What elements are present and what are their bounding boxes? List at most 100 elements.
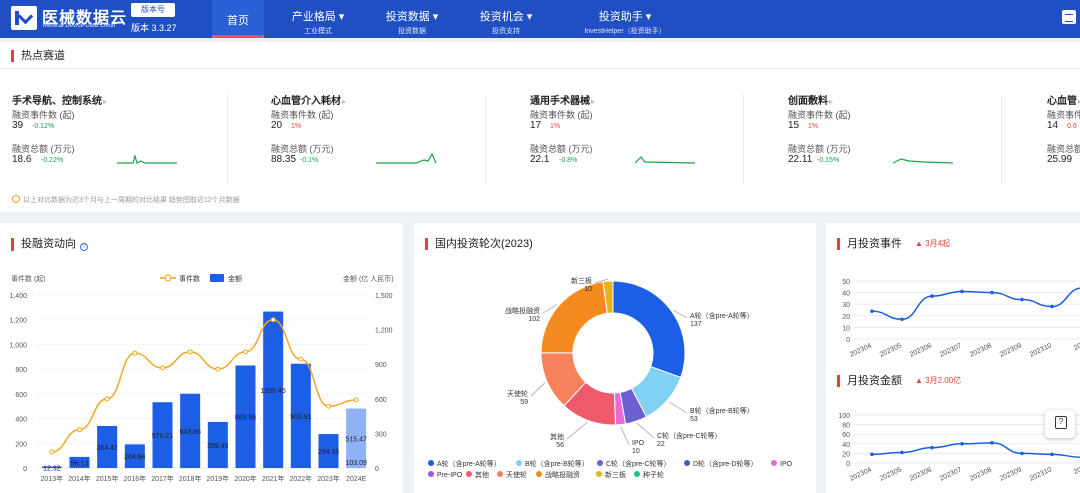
y-tick-label: 80 [842, 423, 850, 430]
nav-invest-helper-sub: InvestHelper（投资助手） [584, 28, 666, 35]
y2-tick-label: 300 [375, 431, 387, 438]
y-tick-label: 50 [842, 279, 850, 286]
trend-point [960, 289, 964, 294]
top-navigation-bar: 医械数据云 Medical Device Data Cloud 版本号 版本 3… [0, 0, 1080, 38]
events-point [215, 366, 221, 372]
events-point [187, 349, 193, 355]
callout-leader [636, 422, 655, 439]
count-change: 1% [808, 123, 819, 130]
events-point [270, 317, 276, 323]
sparkline-path [635, 156, 696, 164]
donut-slice [540, 281, 608, 354]
callout-name: 战略投融资 [505, 306, 540, 315]
bar-value-label: 1356.45 [261, 388, 286, 395]
y2-tick-label: 1,200 [375, 328, 393, 335]
legend-swatch [516, 460, 522, 466]
trend-point [960, 442, 964, 446]
legend-label: A轮（含pre-A轮等） [437, 459, 501, 468]
y-tick-label: 40 [842, 291, 850, 298]
hot-track-name: 创面敷料▸ [788, 92, 833, 107]
hot-track-card[interactable]: 心血管▸融资事件数 (起)140.6融资总额 (万元)25.99 [1047, 92, 1080, 207]
chevron-right-icon: ▸ [103, 97, 108, 106]
bar-value-label: 515.47 [345, 436, 367, 443]
count-change: 0.6 [1067, 123, 1077, 130]
nav-home[interactable]: 首页 [212, 0, 264, 38]
chevron-right-icon: ▸ [591, 97, 596, 106]
y-tick-label: 0 [846, 337, 850, 344]
callout-name: A轮（含pre-A轮等） [690, 311, 754, 320]
callout-leader [620, 426, 630, 446]
hot-tracks-note: 以上对比数据为近3个月与上一周期的对比结果 趋势图取近12个月数据 [12, 195, 240, 205]
hot-track-name: 通用手术器械▸ [530, 92, 595, 107]
legend-label: 事件数 [179, 274, 200, 283]
sparkline-path [376, 152, 437, 164]
x-tick-label: 202309 [999, 342, 1023, 358]
nav-investment-data-sub: 投资数据 [398, 28, 426, 35]
hot-track-card[interactable]: 通用手术器械▸ 融资事件数 (起) 17 1% 融资总额 (万元) 22.1 -0.8% [530, 92, 770, 207]
callout-leader [530, 382, 546, 397]
nav-investment-data[interactable]: 投资数据 ▾ 投资数据 [376, 0, 448, 38]
x-tick-label: 2014年 [68, 474, 91, 483]
hot-tracks-note-text: 以上对比数据为近3个月与上一周期的对比结果 趋势图取近12个月数据 [23, 197, 240, 204]
nav-home-label: 首页 [227, 15, 249, 27]
nav-invest-helper[interactable]: 投资助手 ▾ InvestHelper（投资助手） [570, 0, 680, 38]
trend-point [1020, 297, 1024, 302]
legend-line-marker [164, 274, 172, 282]
amount-value: 22.11 [788, 154, 813, 165]
sparkline-path [117, 153, 177, 164]
count-change: 1% [291, 123, 302, 130]
menu-icon[interactable] [1062, 10, 1076, 24]
x-tick-label: 2017年 [151, 474, 174, 483]
hot-track-card[interactable]: 心血管介入耗材▸ 融资事件数 (起) 20 1% 融资总额 (万元) 88.35 -0.1% [271, 92, 511, 207]
callout-name: 天使轮 [507, 389, 528, 398]
legend-label: 天使轮 [506, 470, 527, 479]
brand-english: Medical Device Data Cloud [43, 23, 116, 29]
bar-extra-label: 103.09 [345, 460, 367, 467]
count-change: 1% [550, 123, 561, 130]
version-button[interactable]: 版本号 [131, 3, 175, 17]
trend-point [900, 317, 904, 322]
x-tick-label: 20 [1073, 342, 1080, 352]
hot-track-card[interactable]: 创面敷料▸ 融资事件数 (起) 15 1% 融资总额 (万元) 22.11 -0.15% [788, 92, 1028, 207]
info-icon [12, 195, 20, 203]
callout-value: 53 [690, 416, 698, 423]
x-tick-label: 202310 [1029, 342, 1053, 358]
events-point [353, 397, 359, 403]
hot-track-card[interactable]: 手术导航、控制系统▸ 融资事件数 (起) 39 -0.12% 融资总额 (万元) 18.6… [12, 92, 252, 207]
nav-investment-opportunity[interactable]: 投资机会 ▾ 投资支持 [470, 0, 542, 38]
trend-point [1050, 304, 1054, 309]
logo-icon[interactable] [11, 6, 41, 30]
x-tick-label: 202304 [849, 466, 873, 482]
x-tick-label: 2020年 [234, 474, 257, 483]
callout-name: 新三板 [571, 276, 592, 285]
callout-value: 10 [584, 286, 592, 293]
x-tick-label: 2022年 [290, 474, 313, 483]
feedback-button[interactable] [1045, 410, 1075, 438]
y2-tick-label: 1,500 [375, 293, 393, 300]
chevron-right-icon: ▸ [342, 97, 347, 106]
legend-label: B轮（含pre-B轮等） [525, 459, 589, 468]
bar-value-label: 903.91 [290, 414, 312, 421]
monthly-amount-chart: 0 20 40 60 80 100 202304 202305 202306 202307 2023… [838, 413, 1080, 483]
legend-swatch [428, 460, 434, 466]
nav-industry-sub: 工业模式 [304, 28, 332, 35]
divider [485, 94, 486, 184]
investment-flow-chart: 事件数 (起) 金额 (亿 人民币) 事件数 金额 0 200 400 600 800 1,000… [9, 274, 394, 483]
y-tick-label: 600 [15, 392, 27, 399]
legend-label: 战略投融资 [545, 470, 580, 479]
investment-flow-card: 投融资动向? 事件数 (起) 金额 (亿 人民币) 事件数 金额 0 200 400 600 8… [0, 223, 403, 493]
nav-investment-opportunity-sub: 投资支持 [492, 28, 520, 35]
y-tick-label: 20 [842, 314, 850, 321]
monthly-events-badge: ▲ 3月4起 [915, 239, 951, 248]
nav-industry[interactable]: 产业格局 ▾ 工业模式 [282, 0, 354, 38]
x-tick-label: 202309 [999, 466, 1023, 482]
bar-value-label: 888.96 [235, 415, 257, 422]
trend-point [990, 441, 994, 445]
trend-sparkline [893, 158, 954, 164]
bar-value-label: 364.41 [96, 445, 118, 452]
hot-track-name-text: 心血管介入耗材 [271, 96, 341, 107]
legend-label: D轮（含pre-D轮等） [693, 459, 758, 468]
y-tick-label: 40 [842, 442, 850, 449]
trend-point [870, 309, 874, 313]
x-tick-label: 2021年 [262, 474, 285, 483]
